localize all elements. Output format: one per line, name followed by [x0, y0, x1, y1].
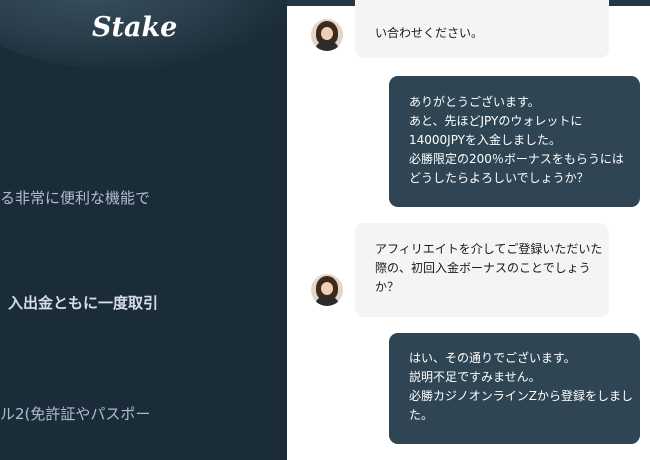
user-message-1: ありがとうございます。 あと、先ほどJPYのウォレットに 14000JPYを入金… — [389, 76, 640, 207]
message-line: 際の、初回入金ボーナスのことでしょう — [375, 261, 591, 275]
background-text-line-2: 入出金ともに一度取引 — [8, 294, 159, 312]
background-text-line-1: る非常に便利な機能で — [0, 189, 151, 207]
message-line: どうしたらよろしいでしょうか？ — [409, 171, 589, 185]
agent-message-2: アフィリエイトを介してご登録いただいた 際の、初回入金ボーナスのことでしょう か… — [355, 223, 609, 317]
background-page: Stake る非常に便利な機能で 入出金ともに一度取引 ル2(免許証やパスポー — [0, 0, 287, 460]
message-line: 必勝カジノオンラインZから登録をしまし — [409, 389, 633, 403]
message-line: アフィリエイトを介してご登録いただいた — [375, 242, 603, 256]
user-message-2: はい、その通りでございます。 説明不足ですみません。 必勝カジノオンラインZから… — [389, 333, 640, 444]
message-line: 14000JPYを入金しました。 — [409, 133, 562, 147]
message-line: あと、先ほどJPYのウォレットに — [409, 114, 583, 128]
stake-logo[interactable]: Stake — [92, 12, 177, 43]
message-line: 説明不足ですみません。 — [409, 370, 541, 384]
message-line: はい、その通りでございます。 — [409, 351, 576, 365]
chat-window[interactable]: い合わせください。 ありがとうございます。 あと、先ほどJPYのウォレットに 1… — [287, 0, 650, 460]
message-text: い合わせください。 — [375, 26, 484, 40]
agent-message-1: い合わせください。 — [355, 0, 609, 58]
background-text-line-3: ル2(免許証やパスポー — [0, 405, 151, 423]
message-line: 必勝限定の200％ボーナスをもらうには — [409, 152, 624, 166]
agent-avatar — [311, 19, 343, 51]
message-line: か？ — [375, 280, 400, 294]
message-line: ありがとうございます。 — [409, 95, 540, 109]
agent-avatar — [311, 274, 343, 306]
message-line: た。 — [409, 408, 434, 422]
